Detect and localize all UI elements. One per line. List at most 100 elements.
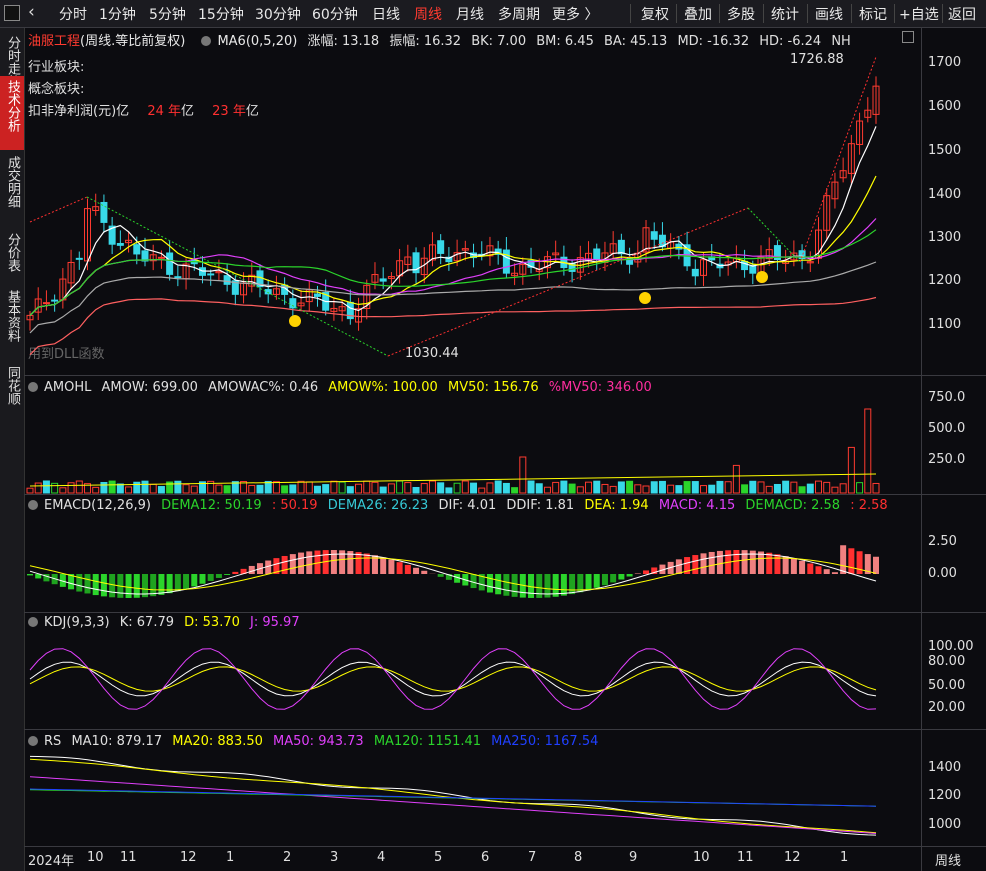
volume-bar (412, 486, 420, 494)
macd-bar (92, 574, 99, 596)
macd-bar (634, 573, 641, 574)
volume-bar (831, 486, 839, 494)
volume-bar (823, 481, 831, 494)
ma-line-magenta (29, 218, 877, 316)
volume-bar (601, 483, 609, 494)
candle-body (42, 302, 50, 305)
volume-bar (313, 485, 321, 494)
volume-bar (470, 482, 478, 494)
macd-bar (807, 563, 814, 574)
macd-bar (413, 567, 420, 574)
volume-bar (59, 487, 67, 494)
volume-bar (108, 480, 116, 494)
signal-dot (289, 315, 301, 327)
volume-bar (839, 483, 847, 494)
macd-bar (856, 551, 863, 574)
volume-bar (658, 480, 666, 494)
volume-bar (543, 486, 551, 494)
macd-bar (421, 570, 428, 574)
volume-bar (256, 484, 264, 494)
macd-bar (330, 550, 337, 574)
volume-bar (67, 482, 75, 494)
volume-bar (141, 480, 149, 494)
candle-body (75, 257, 83, 260)
candle-body (51, 299, 59, 302)
volume-bar (289, 484, 297, 494)
ma-line-green (29, 229, 877, 316)
macd-bar (848, 548, 855, 574)
volume-bar (502, 482, 510, 494)
macd-bar (380, 557, 387, 574)
volume-bar (724, 481, 732, 494)
volume-bar (322, 484, 330, 494)
macd-bar (831, 572, 838, 574)
volume-bar (667, 484, 675, 494)
volume-bar (355, 483, 363, 494)
kline-chart-canvas[interactable] (0, 0, 986, 871)
volume-bar (782, 480, 790, 494)
volume-bar (26, 487, 34, 494)
candle-body (313, 293, 321, 297)
candle-body (437, 240, 445, 254)
volume-bar (757, 481, 765, 494)
candle-body (116, 242, 124, 246)
volume-bar (363, 480, 371, 494)
volume-bar (486, 482, 494, 494)
kdj-d-line (29, 666, 877, 692)
volume-bar (338, 481, 346, 494)
macd-bar (298, 552, 305, 574)
macd-bar (191, 574, 198, 587)
macd-bar (281, 555, 288, 574)
macd-bar (733, 550, 740, 574)
volume-bar (626, 480, 634, 494)
volume-bar (716, 480, 724, 494)
volume-bar (346, 486, 354, 494)
macd-bar (790, 558, 797, 574)
macd-bar (486, 574, 493, 593)
volume-bar (420, 483, 428, 494)
macd-bar (355, 552, 362, 574)
volume-bar (190, 485, 198, 494)
macd-bar (675, 559, 682, 574)
macd-bar (585, 574, 592, 591)
trend-line (29, 196, 88, 223)
volume-bar (773, 483, 781, 494)
macd-bar (569, 574, 576, 595)
volume-bar (568, 483, 576, 494)
volume-bar (593, 480, 601, 494)
candle-body (593, 248, 601, 260)
volume-bar (552, 481, 560, 494)
macd-bar (495, 574, 502, 595)
volume-bar (42, 480, 50, 494)
macd-bar (873, 556, 879, 574)
macd-bar (758, 551, 765, 574)
volume-bar (248, 484, 256, 494)
macd-bar (782, 556, 789, 574)
candle-body (502, 249, 510, 274)
volume-bar (34, 482, 42, 494)
volume-bar (215, 484, 223, 494)
volume-bar (75, 480, 83, 494)
volume-bar (116, 483, 124, 494)
dea-line (29, 557, 877, 591)
macd-bar (363, 553, 370, 574)
volume-bar (511, 487, 519, 494)
ma-line-gray (29, 261, 877, 334)
macd-bar (199, 574, 206, 584)
volume-bar (330, 480, 338, 494)
volume-bar (182, 484, 190, 494)
macd-bar (396, 562, 403, 574)
volume-bar (617, 481, 625, 494)
macd-bar (158, 574, 165, 595)
ma-line-white (29, 126, 877, 316)
macd-bar (404, 564, 411, 574)
volume-bar (700, 485, 708, 494)
volume-bar (576, 486, 584, 494)
macd-bar (799, 560, 806, 574)
volume-bar (634, 484, 642, 494)
ma-line-red (29, 296, 877, 356)
macd-bar (643, 570, 650, 574)
volume-bar (519, 456, 527, 494)
volume-bar (100, 481, 108, 494)
volume-bar (478, 487, 486, 494)
